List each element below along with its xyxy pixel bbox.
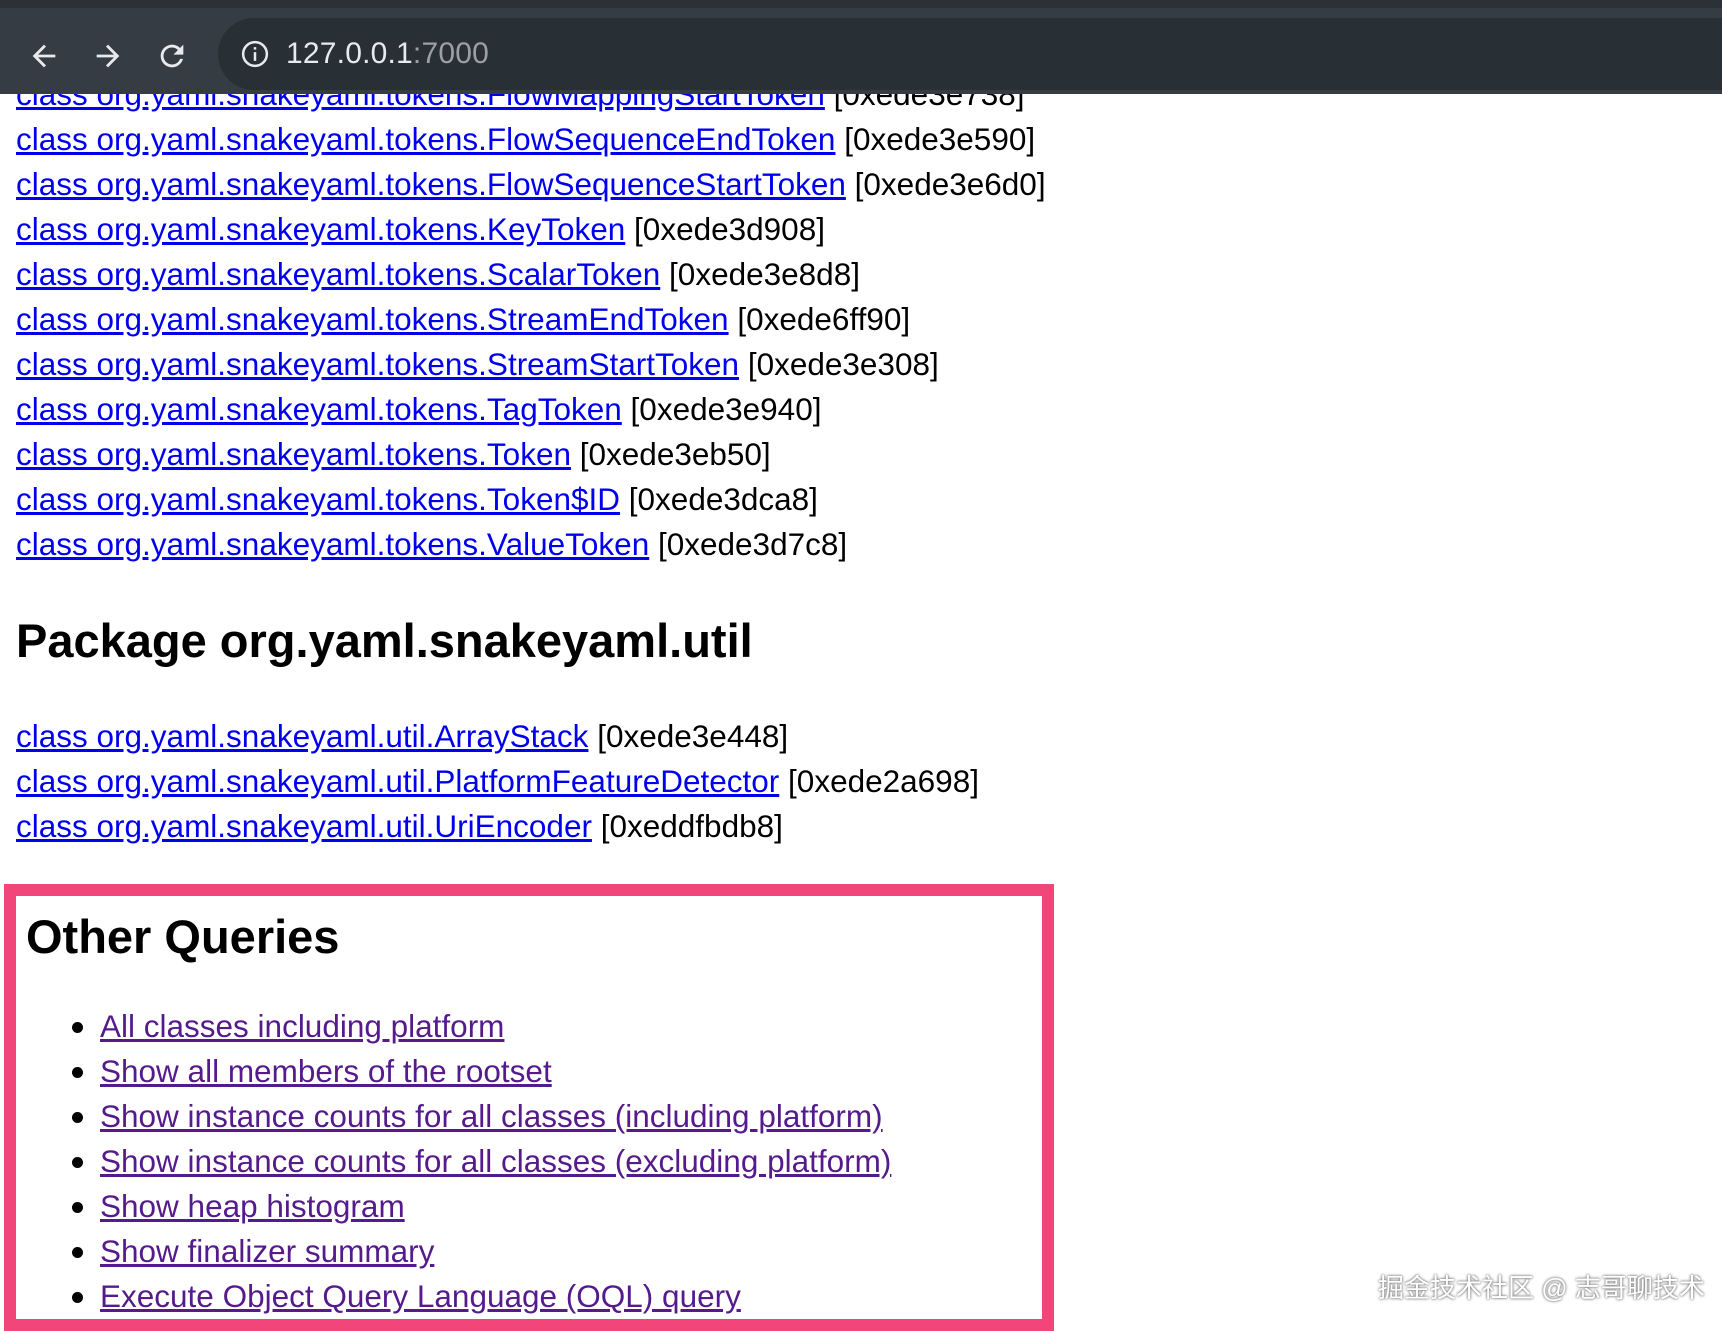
query-link-oql[interactable]: Execute Object Query Language (OQL) quer… [100,1278,741,1314]
class-address: [0xede6ff90] [737,301,911,337]
info-icon[interactable] [240,39,270,69]
class-address: [0xede3d7c8] [657,526,848,562]
class-address: [0xede2a698] [788,763,979,799]
class-link[interactable]: class org.yaml.snakeyaml.tokens.FlowSequ… [16,166,846,202]
class-link[interactable]: class org.yaml.snakeyaml.util.UriEncoder [16,808,592,844]
list-item: Show instance counts for all classes (in… [16,1094,891,1139]
bullet-icon [72,1292,83,1303]
class-link[interactable]: class org.yaml.snakeyaml.tokens.Token$ID [16,481,620,517]
query-link-finalizer-summary[interactable]: Show finalizer summary [100,1233,434,1269]
class-address: [0xede3e590] [844,121,1036,157]
class-address: [0xede3e448] [597,718,789,754]
class-link[interactable]: class org.yaml.snakeyaml.tokens.StreamEn… [16,301,729,337]
package-heading: Package org.yaml.snakeyaml.util [16,614,753,667]
other-queries-highlight: Other Queries All classes including plat… [4,884,1054,1331]
class-link[interactable]: class org.yaml.snakeyaml.tokens.TagToken [16,391,622,427]
query-link-instance-counts-including[interactable]: Show instance counts for all classes (in… [100,1098,883,1134]
reload-button[interactable] [144,28,200,84]
query-link-instance-counts-excluding[interactable]: Show instance counts for all classes (ex… [100,1143,891,1179]
arrow-left-icon [32,44,56,68]
list-item: Show instance counts for all classes (ex… [16,1139,891,1184]
class-link[interactable]: class org.yaml.snakeyaml.util.ArrayStack [16,718,588,754]
query-link-all-classes[interactable]: All classes including platform [100,1008,504,1044]
class-line: class org.yaml.snakeyaml.tokens.KeyToken… [16,207,825,252]
bullet-icon [72,1112,83,1123]
reload-icon [160,44,184,68]
class-link[interactable]: class org.yaml.snakeyaml.tokens.KeyToken [16,211,625,247]
class-address: [0xeddfbdb8] [600,808,783,844]
bullet-icon [72,1067,83,1078]
watermark: 掘金技术社区 @ 志哥聊技术 [1378,1273,1705,1303]
query-link-rootset[interactable]: Show all members of the rootset [100,1053,552,1089]
page-content: class org.yaml.snakeyaml.tokens.FlowMapp… [0,0,1722,1331]
class-line: class org.yaml.snakeyaml.tokens.FlowSequ… [16,117,1035,162]
class-address: [0xede3d908] [634,211,825,247]
class-line: class org.yaml.snakeyaml.tokens.Token [0… [16,432,771,477]
class-address: [0xede3e8d8] [669,256,860,292]
list-item: Show all members of the rootset [16,1049,891,1094]
class-line: class org.yaml.snakeyaml.tokens.StreamSt… [16,342,939,387]
class-link[interactable]: class org.yaml.snakeyaml.util.PlatformFe… [16,763,779,799]
class-address: [0xede3e308] [747,346,939,382]
bullet-icon [72,1247,83,1258]
class-address: [0xede3dca8] [628,481,818,517]
class-address: [0xede3e6d0] [854,166,1046,202]
class-link[interactable]: class org.yaml.snakeyaml.tokens.FlowSequ… [16,121,835,157]
class-link[interactable]: class org.yaml.snakeyaml.tokens.StreamSt… [16,346,739,382]
url-text: 127.0.0.1:7000 [286,37,489,71]
class-address: [0xede3e940] [630,391,822,427]
class-line: class org.yaml.snakeyaml.tokens.ValueTok… [16,522,847,567]
class-link[interactable]: class org.yaml.snakeyaml.tokens.ValueTok… [16,526,649,562]
browser-toolbar: 127.0.0.1:7000 [0,0,1722,94]
class-line: class org.yaml.snakeyaml.tokens.StreamEn… [16,297,910,342]
class-line: class org.yaml.snakeyaml.util.UriEncoder… [16,804,783,849]
class-address: [0xede3eb50] [579,436,771,472]
address-bar[interactable]: 127.0.0.1:7000 [218,18,1722,90]
list-item: Show finalizer summary [16,1229,891,1274]
class-line: class org.yaml.snakeyaml.util.ArrayStack… [16,714,788,759]
other-queries-heading: Other Queries [26,910,340,963]
list-item: All classes including platform [16,1004,891,1049]
url-port: :7000 [412,37,489,70]
bullet-icon [72,1202,83,1213]
class-line: class org.yaml.snakeyaml.tokens.TagToken… [16,387,821,432]
query-link-heap-histogram[interactable]: Show heap histogram [100,1188,405,1224]
other-queries-list: All classes including platform Show all … [16,1004,891,1319]
class-line: class org.yaml.snakeyaml.tokens.ScalarTo… [16,252,860,297]
bullet-icon [72,1022,83,1033]
class-line: class org.yaml.snakeyaml.tokens.FlowSequ… [16,162,1046,207]
class-link[interactable]: class org.yaml.snakeyaml.tokens.Token [16,436,571,472]
bullet-icon [72,1157,83,1168]
class-line: class org.yaml.snakeyaml.tokens.Token$ID… [16,477,818,522]
class-link[interactable]: class org.yaml.snakeyaml.tokens.ScalarTo… [16,256,660,292]
arrow-right-icon [96,44,120,68]
class-line: class org.yaml.snakeyaml.util.PlatformFe… [16,759,979,804]
url-host: 127.0.0.1 [286,37,413,70]
forward-button[interactable] [80,28,136,84]
list-item: Execute Object Query Language (OQL) quer… [16,1274,891,1319]
list-item: Show heap histogram [16,1184,891,1229]
back-button[interactable] [16,28,72,84]
